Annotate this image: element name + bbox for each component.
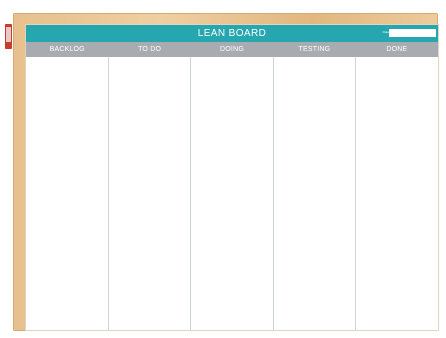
column-title-todo: TO DO	[138, 46, 162, 53]
columns-body	[26, 57, 438, 330]
column-title-testing: TESTING	[298, 46, 331, 53]
lean-board: LEAN BOARD Date BACKLOG TO DO DOING TEST…	[26, 25, 438, 330]
column-title-doing: DOING	[220, 46, 244, 53]
column-doing[interactable]	[191, 57, 274, 330]
date-field[interactable]	[389, 29, 436, 37]
brand-tag	[5, 24, 12, 49]
column-title-done: DONE	[386, 46, 408, 53]
board-title: LEAN BOARD	[197, 28, 267, 39]
brand-tag-mark	[6, 27, 11, 42]
column-backlog[interactable]	[26, 57, 109, 330]
board-header: LEAN BOARD Date	[26, 25, 438, 42]
column-todo[interactable]	[109, 57, 192, 330]
column-done[interactable]	[356, 57, 438, 330]
column-title-backlog: BACKLOG	[49, 46, 85, 53]
column-headers: BACKLOG TO DO DOING TESTING DONE	[26, 42, 438, 57]
column-testing[interactable]	[274, 57, 357, 330]
